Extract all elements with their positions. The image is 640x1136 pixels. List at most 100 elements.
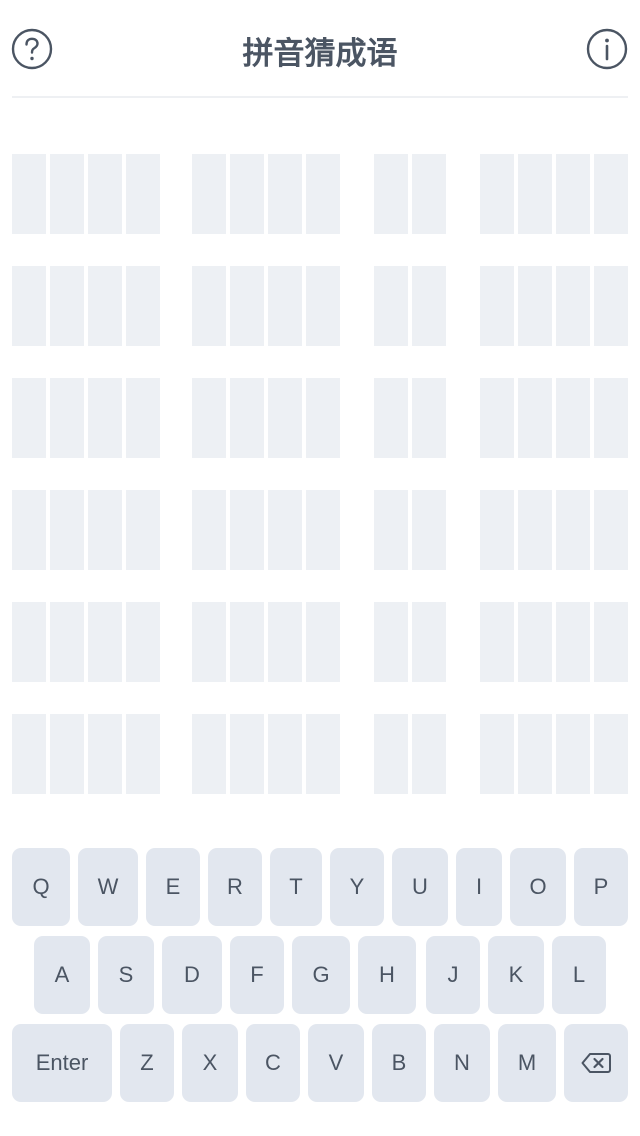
- key-p[interactable]: P: [574, 848, 628, 926]
- letter-cell: [412, 266, 446, 346]
- letter-cell: [268, 266, 302, 346]
- letter-cell: [374, 714, 408, 794]
- letter-cell: [126, 154, 160, 234]
- letter-cell: [556, 490, 590, 570]
- letter-cell: [412, 154, 446, 234]
- letter-cell: [412, 714, 446, 794]
- letter-cell: [50, 602, 84, 682]
- letter-cell: [412, 490, 446, 570]
- letter-cell: [192, 154, 226, 234]
- letter-cell: [192, 602, 226, 682]
- key-r[interactable]: R: [208, 848, 262, 926]
- letter-cell: [88, 602, 122, 682]
- key-z[interactable]: Z: [120, 1024, 174, 1102]
- letter-cell: [480, 266, 514, 346]
- letter-cell: [126, 490, 160, 570]
- letter-cell: [594, 490, 628, 570]
- key-c[interactable]: C: [246, 1024, 300, 1102]
- letter-cell: [88, 378, 122, 458]
- letter-cell: [50, 714, 84, 794]
- letter-cell: [518, 602, 552, 682]
- key-i[interactable]: I: [456, 848, 502, 926]
- letter-cell: [374, 266, 408, 346]
- letter-cell: [306, 714, 340, 794]
- letter-cell: [192, 490, 226, 570]
- letter-cell: [12, 154, 46, 234]
- letter-cell: [412, 602, 446, 682]
- guess-board: [0, 0, 640, 800]
- letter-cell: [50, 378, 84, 458]
- key-y[interactable]: Y: [330, 848, 384, 926]
- letter-cell: [306, 378, 340, 458]
- key-w[interactable]: W: [78, 848, 138, 926]
- letter-cell: [12, 490, 46, 570]
- letter-cell: [88, 154, 122, 234]
- letter-cell: [480, 154, 514, 234]
- letter-cell: [88, 490, 122, 570]
- key-k[interactable]: K: [488, 936, 544, 1014]
- letter-cell: [518, 266, 552, 346]
- letter-cell: [126, 266, 160, 346]
- letter-cell: [12, 266, 46, 346]
- letter-cell: [126, 378, 160, 458]
- letter-cell: [480, 490, 514, 570]
- letter-cell: [268, 602, 302, 682]
- letter-cell: [268, 378, 302, 458]
- letter-cell: [126, 714, 160, 794]
- key-e[interactable]: E: [146, 848, 200, 926]
- letter-cell: [556, 714, 590, 794]
- letter-cell: [50, 490, 84, 570]
- key-s[interactable]: S: [98, 936, 154, 1014]
- key-q[interactable]: Q: [12, 848, 70, 926]
- letter-cell: [268, 154, 302, 234]
- letter-cell: [306, 490, 340, 570]
- key-h[interactable]: H: [358, 936, 416, 1014]
- letter-cell: [480, 602, 514, 682]
- enter-key[interactable]: Enter: [12, 1024, 112, 1102]
- key-o[interactable]: O: [510, 848, 566, 926]
- key-a[interactable]: A: [34, 936, 90, 1014]
- key-f[interactable]: F: [230, 936, 284, 1014]
- key-x[interactable]: X: [182, 1024, 238, 1102]
- letter-cell: [480, 378, 514, 458]
- letter-cell: [594, 378, 628, 458]
- letter-cell: [518, 714, 552, 794]
- letter-cell: [230, 154, 264, 234]
- letter-cell: [88, 714, 122, 794]
- letter-cell: [230, 714, 264, 794]
- key-n[interactable]: N: [434, 1024, 490, 1102]
- letter-cell: [556, 378, 590, 458]
- letter-cell: [230, 602, 264, 682]
- letter-cell: [594, 602, 628, 682]
- key-j[interactable]: J: [426, 936, 480, 1014]
- letter-cell: [12, 602, 46, 682]
- letter-cell: [412, 378, 446, 458]
- letter-cell: [594, 154, 628, 234]
- letter-cell: [192, 714, 226, 794]
- letter-cell: [50, 266, 84, 346]
- letter-cell: [374, 490, 408, 570]
- key-d[interactable]: D: [162, 936, 222, 1014]
- key-t[interactable]: T: [270, 848, 322, 926]
- key-u[interactable]: U: [392, 848, 448, 926]
- letter-cell: [230, 378, 264, 458]
- letter-cell: [268, 490, 302, 570]
- letter-cell: [192, 378, 226, 458]
- letter-cell: [556, 154, 590, 234]
- key-b[interactable]: B: [372, 1024, 426, 1102]
- key-v[interactable]: V: [308, 1024, 364, 1102]
- letter-cell: [88, 266, 122, 346]
- key-g[interactable]: G: [292, 936, 350, 1014]
- letter-cell: [50, 154, 84, 234]
- backspace-key[interactable]: [564, 1024, 628, 1102]
- letter-cell: [306, 602, 340, 682]
- letter-cell: [480, 714, 514, 794]
- letter-cell: [306, 266, 340, 346]
- letter-cell: [306, 154, 340, 234]
- letter-cell: [518, 490, 552, 570]
- key-m[interactable]: M: [498, 1024, 556, 1102]
- key-l[interactable]: L: [552, 936, 606, 1014]
- letter-cell: [518, 154, 552, 234]
- letter-cell: [12, 378, 46, 458]
- letter-cell: [268, 714, 302, 794]
